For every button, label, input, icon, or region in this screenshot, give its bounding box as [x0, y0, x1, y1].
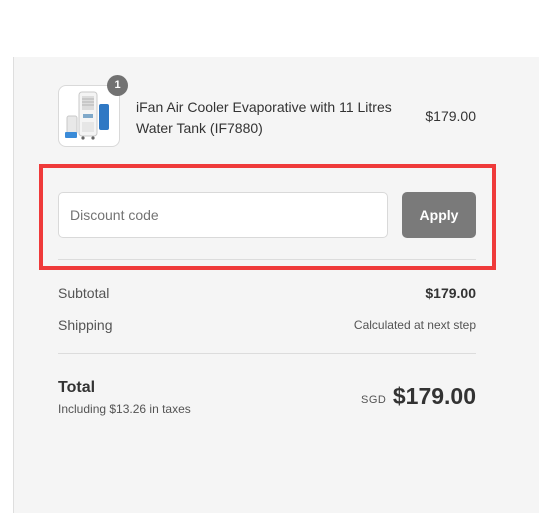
product-price: $179.00: [425, 108, 476, 124]
divider-discount: [58, 259, 476, 260]
discount-code-input[interactable]: [58, 192, 388, 238]
apply-discount-button[interactable]: Apply: [402, 192, 476, 238]
total-label: Total: [58, 379, 96, 396]
quantity-badge: 1: [107, 75, 128, 96]
product-name: iFan Air Cooler Evaporative with 11 Litr…: [136, 99, 392, 136]
shipping-label: Shipping: [58, 317, 113, 333]
product-thumbnail: [58, 85, 120, 147]
subtotal-value: $179.00: [425, 285, 476, 301]
tax-note: Including $13.26 in taxes: [58, 402, 191, 416]
subtotal-label: Subtotal: [58, 285, 110, 301]
shipping-value: Calculated at next step: [353, 318, 476, 332]
total-amount: $179.00: [392, 383, 476, 409]
air-cooler-icon: [65, 91, 109, 140]
currency-code: SGD: [361, 394, 387, 406]
divider-totals: [58, 353, 476, 354]
